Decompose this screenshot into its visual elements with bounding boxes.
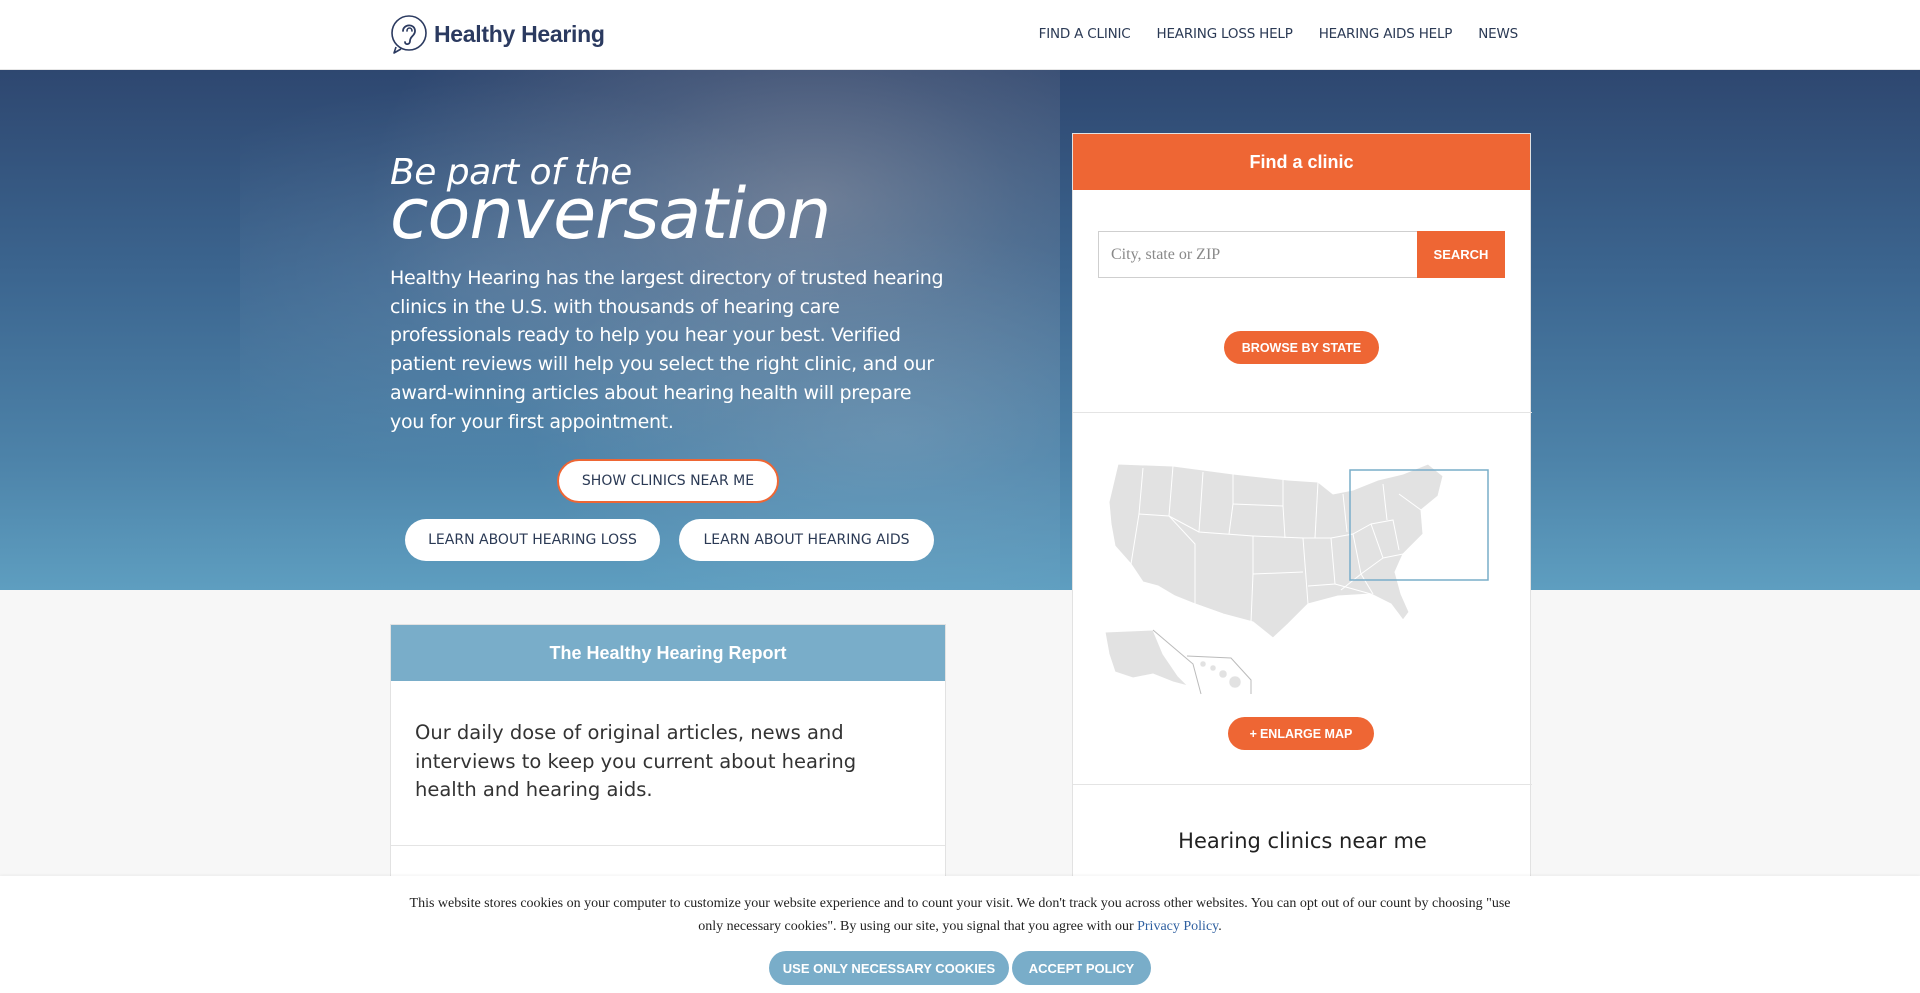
- privacy-policy-link[interactable]: Privacy Policy: [1137, 919, 1218, 934]
- ear-logo-icon: [391, 15, 427, 54]
- learn-hearing-aids-button[interactable]: LEARN ABOUT HEARING AIDS: [679, 519, 934, 561]
- hawaii-shape: [1199, 660, 1242, 689]
- use-necessary-cookies-button[interactable]: USE ONLY NECESSARY COOKIES: [769, 951, 1009, 985]
- us-contiguous-shape: [1108, 463, 1444, 639]
- hero-section: Be part of the conversation Healthy Hear…: [0, 70, 1920, 590]
- search-button[interactable]: SEARCH: [1417, 231, 1505, 278]
- cookie-text: This website stores cookies on your comp…: [400, 892, 1520, 938]
- nav-hearing-aids-help[interactable]: HEARING AIDS HELP: [1319, 26, 1453, 42]
- site-header: Healthy Hearing FIND A CLINIC HEARING LO…: [0, 0, 1920, 70]
- enlarge-map-label: ENLARGE MAP: [1259, 726, 1353, 741]
- cookie-suffix: .: [1218, 919, 1222, 934]
- show-clinics-near-me-button[interactable]: SHOW CLINICS NEAR ME: [557, 459, 779, 503]
- find-clinic-title: Find a clinic: [1073, 134, 1530, 190]
- panel-divider: [1073, 784, 1532, 785]
- cookie-banner: This website stores cookies on your comp…: [0, 876, 1920, 993]
- logo[interactable]: Healthy Hearing: [390, 14, 605, 54]
- report-description: Our daily dose of original articles, new…: [391, 681, 945, 846]
- clinics-near-me-heading: Hearing clinics near me: [1178, 829, 1427, 853]
- nav-news[interactable]: NEWS: [1478, 26, 1518, 42]
- clinic-search-form: SEARCH: [1098, 231, 1505, 278]
- plus-icon: +: [1249, 726, 1257, 741]
- nav-hearing-loss-help[interactable]: HEARING LOSS HELP: [1157, 26, 1293, 42]
- report-title[interactable]: The Healthy Hearing Report: [391, 625, 945, 681]
- learn-hearing-loss-button[interactable]: LEARN ABOUT HEARING LOSS: [405, 519, 660, 561]
- find-clinic-panel: Find a clinic SEARCH BROWSE BY STATE: [1072, 133, 1532, 993]
- clinic-search-input[interactable]: [1098, 231, 1417, 278]
- us-map[interactable]: [1103, 454, 1503, 704]
- logo-text: Healthy Hearing: [434, 20, 605, 47]
- enlarge-map-button[interactable]: + ENLARGE MAP: [1228, 717, 1374, 750]
- alaska-shape: [1104, 629, 1190, 687]
- panel-divider: [1073, 412, 1532, 413]
- nav-find-a-clinic[interactable]: FIND A CLINIC: [1039, 26, 1131, 42]
- hero-description: Healthy Hearing has the largest director…: [390, 267, 944, 433]
- browse-by-state-button[interactable]: BROWSE BY STATE: [1224, 331, 1379, 364]
- cookie-message: This website stores cookies on your comp…: [409, 896, 1511, 934]
- accept-policy-button[interactable]: ACCEPT POLICY: [1012, 951, 1151, 985]
- main-nav: FIND A CLINIC HEARING LOSS HELP HEARING …: [1039, 26, 1519, 42]
- hero-tagline-large: conversation: [390, 173, 831, 255]
